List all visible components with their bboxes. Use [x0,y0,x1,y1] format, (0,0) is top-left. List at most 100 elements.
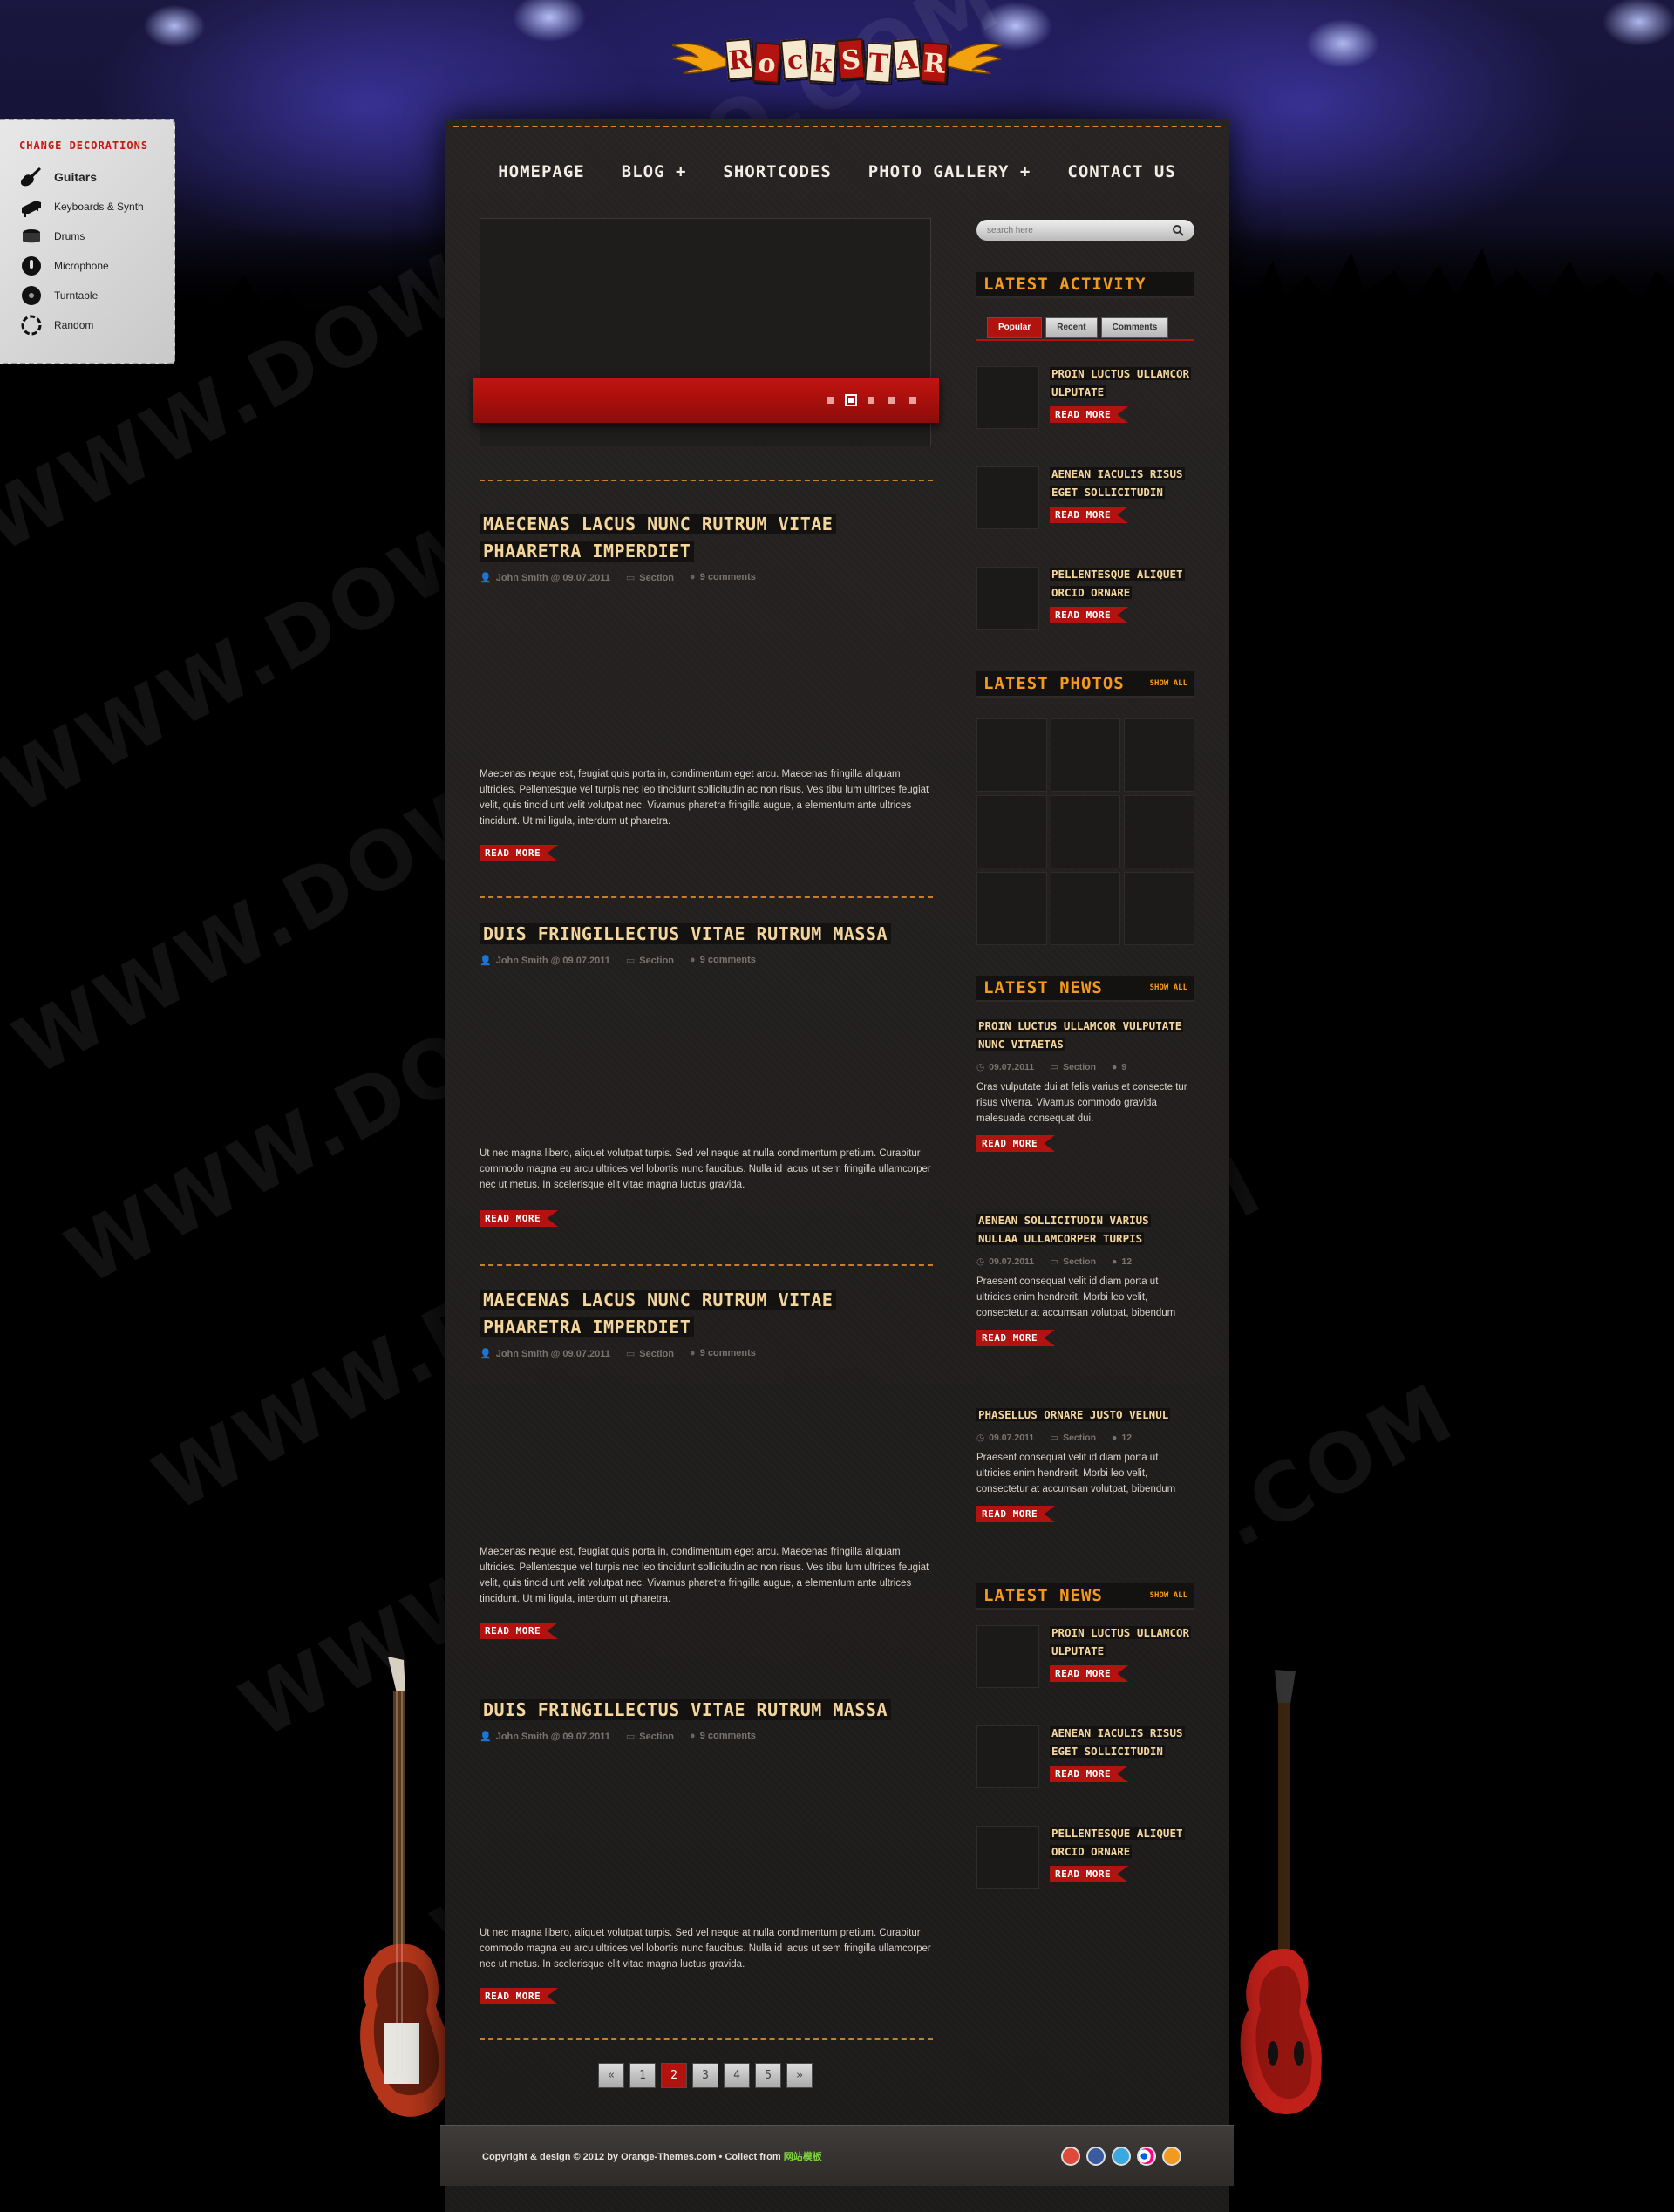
search-input[interactable] [987,225,1161,235]
slider-dot[interactable] [909,397,916,404]
activity-title[interactable]: Proin luctus ullamcor ulputate [1050,364,1194,401]
post-section[interactable]: Section [626,1348,674,1359]
pagination-page[interactable]: 3 [692,2063,718,2088]
post-section[interactable]: Section [626,572,674,583]
news-title[interactable]: Pellentesque aliquet orcid ornare [1050,1824,1194,1861]
news-comments[interactable]: 12 [1112,1256,1132,1267]
news-title[interactable]: Proin luctus ullamcor vulputate nunc vit… [976,1017,1194,1053]
decoration-guitars[interactable]: Guitars [19,162,174,192]
post-title[interactable]: Duis fringillectus vitae rutrum massa [480,1697,933,1724]
read-more-button[interactable]: Read More [1050,607,1129,623]
post-author[interactable]: John Smith @ 09.07.2011 [480,1348,610,1359]
news-title[interactable]: Aenean iaculis risus eget sollicitudin [1050,1724,1194,1760]
news-title[interactable]: Phasellus ornare justo velnul [976,1405,1194,1424]
photo-thumbnail[interactable] [1124,872,1194,945]
photo-thumbnail[interactable] [976,718,1047,792]
decoration-drums[interactable]: Drums [19,221,174,251]
tab-comments[interactable]: Comments [1100,317,1169,338]
decoration-keyboards[interactable]: Keyboards & Synth [19,192,174,221]
pagination-first-button[interactable]: « [598,2063,624,2088]
pagination-page-current[interactable]: 2 [661,2063,687,2088]
photo-thumbnail[interactable] [976,872,1047,945]
news-comments[interactable]: 9 [1112,1062,1126,1072]
post-author[interactable]: John Smith @ 09.07.2011 [480,1731,610,1742]
post-comments[interactable]: 9 comments [690,1731,756,1742]
pagination-page[interactable]: 5 [755,2063,781,2088]
show-all-link[interactable]: Show All [1150,1591,1187,1600]
site-logo[interactable]: R o c k S T A R [663,24,1011,94]
post-author[interactable]: John Smith @ 09.07.2011 [480,955,610,966]
show-all-link[interactable]: Show All [1150,679,1187,688]
twitter-icon[interactable] [1112,2146,1131,2166]
search-icon[interactable] [1172,224,1184,236]
tab-popular[interactable]: Popular [987,317,1043,338]
news-section[interactable]: Section [1050,1256,1096,1267]
photo-thumbnail[interactable] [1124,718,1194,792]
pagination-last-button[interactable]: » [786,2063,813,2088]
read-more-button[interactable]: Read More [480,1210,559,1227]
photo-thumbnail[interactable] [976,795,1047,868]
slider-dot[interactable] [827,397,834,404]
activity-title[interactable]: Aenean iaculis risus eget sollicitudin [1050,465,1194,501]
activity-thumbnail[interactable] [976,567,1039,630]
photo-thumbnail[interactable] [1050,795,1121,868]
news-thumbnail[interactable] [976,1725,1039,1788]
photo-thumbnail[interactable] [1050,718,1121,792]
news-title[interactable]: Proin luctus ullamcor ulputate [1050,1623,1194,1660]
read-more-button[interactable]: Read More [1050,1766,1129,1782]
news-section[interactable]: Section [1050,1062,1096,1072]
activity-title[interactable]: Pellentesque aliquet orcid ornare [1050,565,1194,602]
read-more-button[interactable]: Read More [1050,406,1129,423]
activity-thumbnail[interactable] [976,466,1039,529]
decoration-microphone[interactable]: Microphone [19,251,174,281]
slider-dot[interactable] [868,397,874,404]
post-comments[interactable]: 9 comments [690,572,756,583]
rss-icon[interactable] [1162,2146,1181,2166]
post-title[interactable]: Duis fringillectus vitae rutrum massa [480,921,933,948]
read-more-button[interactable]: Read More [480,1988,559,2004]
news-title[interactable]: Aenean sollicitudin varius nullaa ullamc… [976,1211,1194,1248]
post-author[interactable]: John Smith @ 09.07.2011 [480,572,610,583]
flickr-icon[interactable] [1137,2146,1156,2166]
post-comments[interactable]: 9 comments [690,1348,756,1359]
decoration-turntable[interactable]: Turntable [19,281,174,310]
activity-thumbnail[interactable] [976,366,1039,429]
read-more-button[interactable]: Read More [976,1330,1056,1346]
read-more-button[interactable]: Read More [480,845,559,861]
featured-slider[interactable] [473,218,939,446]
news-section[interactable]: Section [1050,1433,1096,1443]
news-thumbnail[interactable] [976,1826,1039,1889]
collect-link[interactable]: 网站模板 [784,2152,822,2162]
post-title[interactable]: Maecenas lacus nunc rutrum vitae phaaret… [480,1287,933,1341]
read-more-button[interactable]: Read More [976,1135,1056,1152]
facebook-icon[interactable] [1086,2146,1106,2166]
read-more-button[interactable]: Read More [1050,1866,1129,1882]
photo-thumbnail[interactable] [1050,872,1121,945]
latest-activity-header: Latest Activity [976,272,1194,298]
nav-homepage[interactable]: Homepage [498,162,585,181]
read-more-button[interactable]: Read More [1050,1665,1129,1682]
post-title[interactable]: Maecenas lacus nunc rutrum vitae phaaret… [480,511,933,565]
nav-shortcodes[interactable]: Shortcodes [723,162,831,181]
read-more-button[interactable]: Read More [480,1623,559,1639]
tab-recent[interactable]: Recent [1045,317,1098,338]
slider-dot[interactable] [888,397,895,404]
youtube-icon[interactable] [1061,2146,1080,2166]
read-more-button[interactable]: Read More [976,1506,1056,1522]
nav-photo-gallery[interactable]: Photo Gallery + [868,162,1031,181]
read-more-button[interactable]: Read More [1050,507,1129,523]
post-section[interactable]: Section [626,1731,674,1742]
photo-thumbnail[interactable] [1124,795,1194,868]
pagination-page[interactable]: 1 [629,2063,656,2088]
news-thumbnail[interactable] [976,1625,1039,1688]
pagination-page[interactable]: 4 [724,2063,750,2088]
nav-blog[interactable]: Blog + [622,162,687,181]
show-all-link[interactable]: Show All [1150,983,1187,992]
slider-dot-active[interactable] [845,394,857,406]
decoration-label: Random [54,319,94,331]
post-section[interactable]: Section [626,955,674,966]
post-comments[interactable]: 9 comments [690,955,756,966]
news-comments[interactable]: 12 [1112,1433,1132,1443]
nav-contact-us[interactable]: Contact Us [1067,162,1175,181]
decoration-random[interactable]: Random [19,310,174,340]
